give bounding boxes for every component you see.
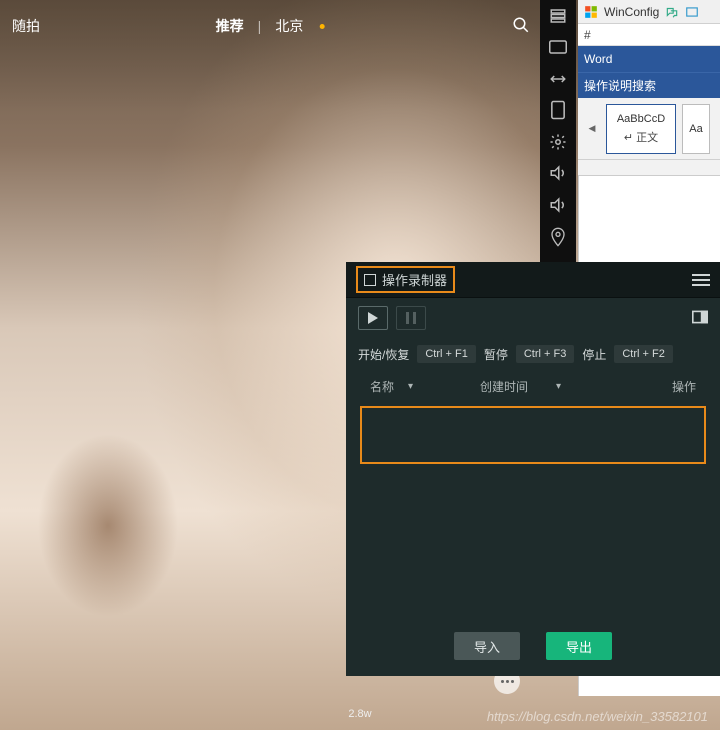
watermark-text: https://blog.csdn.net/weixin_33582101 xyxy=(487,709,708,724)
action-recorder-panel: 操作录制器 开始/恢复 Ctrl + F1 暂停 Ctrl + F3 停止 Ct… xyxy=(346,262,720,676)
dock-icon[interactable] xyxy=(692,310,708,327)
video-topbar: 随拍 推荐 | 北京 xyxy=(0,12,540,40)
styles-scroll-left[interactable]: ◀ xyxy=(584,123,600,134)
volume-icon[interactable] xyxy=(547,164,569,183)
pause-label: 暂停 xyxy=(484,346,508,363)
recorder-table-header: 名称 ▾ 创建时间 ▾ 操作 xyxy=(346,370,720,402)
stop-key: Ctrl + F2 xyxy=(614,345,672,363)
recorder-title: 操作录制器 xyxy=(382,270,447,289)
winconfig-label[interactable]: WinConfig xyxy=(604,5,659,19)
stop-label: 停止 xyxy=(582,346,606,363)
style-name-label: ↵ 正文 xyxy=(624,129,658,145)
windows-logo-icon xyxy=(584,5,598,19)
word-titlebar: WinConfig xyxy=(578,0,720,24)
word-tell-me[interactable]: 操作说明搜索 xyxy=(578,72,720,98)
pause-button[interactable] xyxy=(396,306,426,330)
export-button[interactable]: 导出 xyxy=(546,632,612,660)
hash-prompt: # xyxy=(584,28,591,42)
chevron-down-icon[interactable]: ▾ xyxy=(556,381,561,392)
import-button[interactable]: 导入 xyxy=(454,632,520,660)
word-menu-bar[interactable]: # xyxy=(578,24,720,46)
col-time-label[interactable]: 创建时间 xyxy=(480,378,528,395)
recorder-shortcut-row: 开始/恢复 Ctrl + F1 暂停 Ctrl + F3 停止 Ctrl + F… xyxy=(346,338,720,370)
video-app-label[interactable]: 随拍 xyxy=(12,16,40,36)
col-action-label: 操作 xyxy=(672,380,696,394)
hamburger-icon[interactable] xyxy=(692,274,710,286)
col-name-label[interactable]: 名称 xyxy=(370,378,394,395)
style-sample-text-2: Aa xyxy=(689,123,702,135)
style-sample-text: AaBbCcD xyxy=(617,113,665,125)
tab-location[interactable]: 北京 xyxy=(275,16,303,36)
pause-key: Ctrl + F3 xyxy=(516,345,574,363)
style-next[interactable]: Aa xyxy=(682,104,710,154)
recorder-play-controls xyxy=(346,298,720,338)
view-count: 2.8w xyxy=(348,708,371,720)
location-icon[interactable] xyxy=(547,227,569,247)
start-key: Ctrl + F1 xyxy=(417,345,475,363)
search-icon[interactable] xyxy=(510,14,532,36)
keyboard-icon[interactable] xyxy=(547,37,569,56)
chat-icon[interactable] xyxy=(665,6,679,18)
tab-divider: | xyxy=(258,18,262,34)
chevron-left-icon: ◀ xyxy=(589,123,596,134)
window-icon[interactable] xyxy=(685,6,699,18)
word-styles-gallery: ◀ AaBbCcD ↵ 正文 Aa xyxy=(578,98,720,160)
word-ruler xyxy=(578,160,720,176)
tab-recommend[interactable]: 推荐 xyxy=(216,16,244,36)
recorder-titlebar: 操作录制器 xyxy=(346,262,720,298)
menu-icon[interactable] xyxy=(547,6,569,25)
sidebar-icon-strip xyxy=(540,0,576,278)
recorder-title-highlight: 操作录制器 xyxy=(356,266,455,293)
recorder-app-icon xyxy=(364,274,376,286)
style-normal[interactable]: AaBbCcD ↵ 正文 xyxy=(606,104,676,154)
word-search-placeholder: 操作说明搜索 xyxy=(584,77,656,94)
recorder-footer: 导入 导出 xyxy=(346,616,720,676)
recorder-empty-list-highlight xyxy=(360,406,706,464)
transfer-icon[interactable] xyxy=(547,69,569,88)
play-button[interactable] xyxy=(358,306,388,330)
word-app-title: Word xyxy=(578,46,720,72)
notification-dot-icon xyxy=(319,24,324,29)
tablet-icon[interactable] xyxy=(547,100,569,120)
start-resume-label: 开始/恢复 xyxy=(358,346,409,363)
gear-icon[interactable] xyxy=(547,132,569,151)
chevron-down-icon[interactable]: ▾ xyxy=(408,381,413,392)
volume-icon-2[interactable] xyxy=(547,195,569,214)
word-app-name: Word xyxy=(584,52,612,66)
